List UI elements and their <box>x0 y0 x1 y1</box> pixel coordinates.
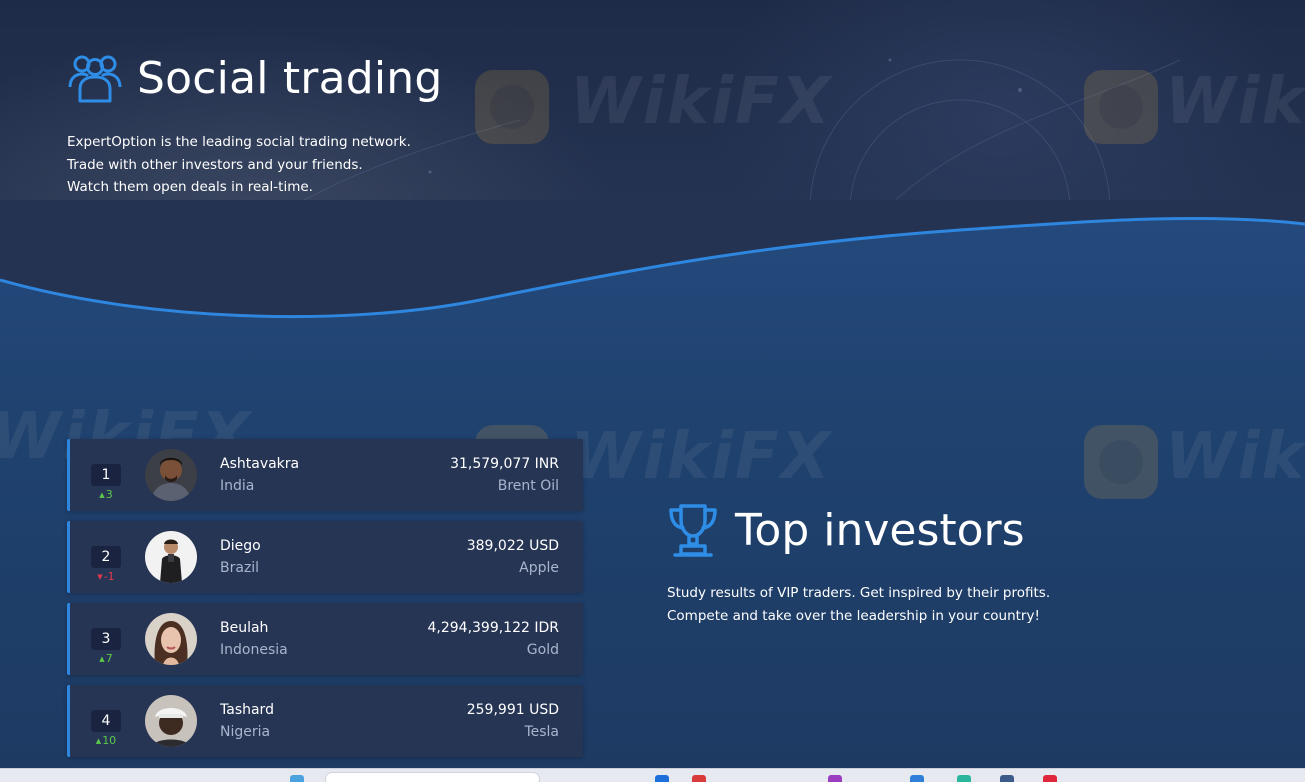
investor-country: Indonesia <box>220 642 288 658</box>
investor-profit: 389,022 USD <box>466 538 559 554</box>
app-icon[interactable] <box>655 775 669 782</box>
investor-name: Tashard <box>220 702 274 718</box>
page: WikiFX WikiFX WikiFX WikiFX WikiFX Socia… <box>0 0 1305 782</box>
investor-card[interactable]: 2 ▼-1 Diego Brazil 389,022 USD Apple <box>67 521 583 593</box>
investor-name: Beulah <box>220 620 269 636</box>
app-icon[interactable] <box>290 775 304 782</box>
investor-card[interactable]: 3 ▲7 Beulah Indonesia 4,294,399,122 IDR … <box>67 603 583 675</box>
arrow-up-icon: ▲ <box>99 655 105 663</box>
rank-change: ▼-1 <box>91 570 121 584</box>
investor-asset: Gold <box>526 642 559 658</box>
rank-number: 1 <box>91 464 121 486</box>
investor-country: Brazil <box>220 560 260 576</box>
investor-asset: Tesla <box>524 724 559 740</box>
page-title: Social trading <box>137 52 443 104</box>
rank-change: ▲7 <box>91 652 121 666</box>
arrow-down-icon: ▼ <box>97 573 103 581</box>
description-line: Trade with other investors and your frie… <box>67 156 363 173</box>
rank-change: ▲3 <box>91 488 121 502</box>
rank-number: 3 <box>91 628 121 650</box>
app-icon[interactable] <box>910 775 924 782</box>
investor-name: Diego <box>220 538 261 554</box>
rank-change-value: 10 <box>102 734 117 747</box>
avatar <box>145 613 197 665</box>
rank-change-value: -1 <box>103 570 115 583</box>
description-line: Study results of VIP traders. Get inspir… <box>667 585 1051 601</box>
investor-profit: 259,991 USD <box>466 702 559 718</box>
wave-divider <box>0 200 1305 319</box>
social-trading-heading: Social trading <box>67 48 443 108</box>
avatar <box>145 449 197 501</box>
investor-card[interactable]: 4 ▲10 Tashard Nigeria 259,991 USD Tesla <box>67 685 583 757</box>
description-line: Watch them open deals in real-time. <box>67 179 313 195</box>
investor-country: Nigeria <box>220 724 271 740</box>
top-investors-heading: Top investors <box>667 500 1025 560</box>
investor-profit: 4,294,399,122 IDR <box>427 620 559 636</box>
top-investors-description: Study results of VIP traders. Get inspir… <box>667 582 1127 627</box>
app-icon[interactable] <box>1043 775 1057 782</box>
rank-number: 4 <box>91 710 121 732</box>
avatar <box>145 531 197 583</box>
app-icon[interactable] <box>1000 775 1014 782</box>
rank-change: ▲10 <box>91 734 121 748</box>
description-line: ExpertOption is the leading social tradi… <box>67 134 411 150</box>
rank-change-value: 3 <box>105 488 113 501</box>
users-group-icon <box>68 55 122 103</box>
investor-asset: Apple <box>519 560 559 576</box>
rank-change-value: 7 <box>105 652 113 665</box>
arrow-up-icon: ▲ <box>99 491 105 499</box>
app-icon[interactable] <box>957 775 971 782</box>
avatar <box>145 695 197 747</box>
investor-country: India <box>220 478 255 494</box>
description-line: Compete and take over the leadership in … <box>667 607 1040 624</box>
top-investors-list: 1 ▲3 Ashtavakra India 31,579,077 INR Bre… <box>67 439 583 767</box>
os-taskbar <box>0 768 1305 782</box>
investor-name: Ashtavakra <box>220 456 300 472</box>
investor-card[interactable]: 1 ▲3 Ashtavakra India 31,579,077 INR Bre… <box>67 439 583 511</box>
taskbar-search-input[interactable] <box>325 772 540 782</box>
social-trading-description: ExpertOption is the leading social tradi… <box>67 131 487 199</box>
arrow-up-icon: ▲ <box>95 737 102 745</box>
investor-asset: Brent Oil <box>497 478 559 494</box>
app-icon[interactable] <box>692 775 706 782</box>
section-title: Top investors <box>735 504 1025 556</box>
rank-number: 2 <box>91 546 121 568</box>
app-icon[interactable] <box>828 775 842 782</box>
trophy-icon <box>669 504 717 557</box>
investor-profit: 31,579,077 INR <box>450 456 559 472</box>
